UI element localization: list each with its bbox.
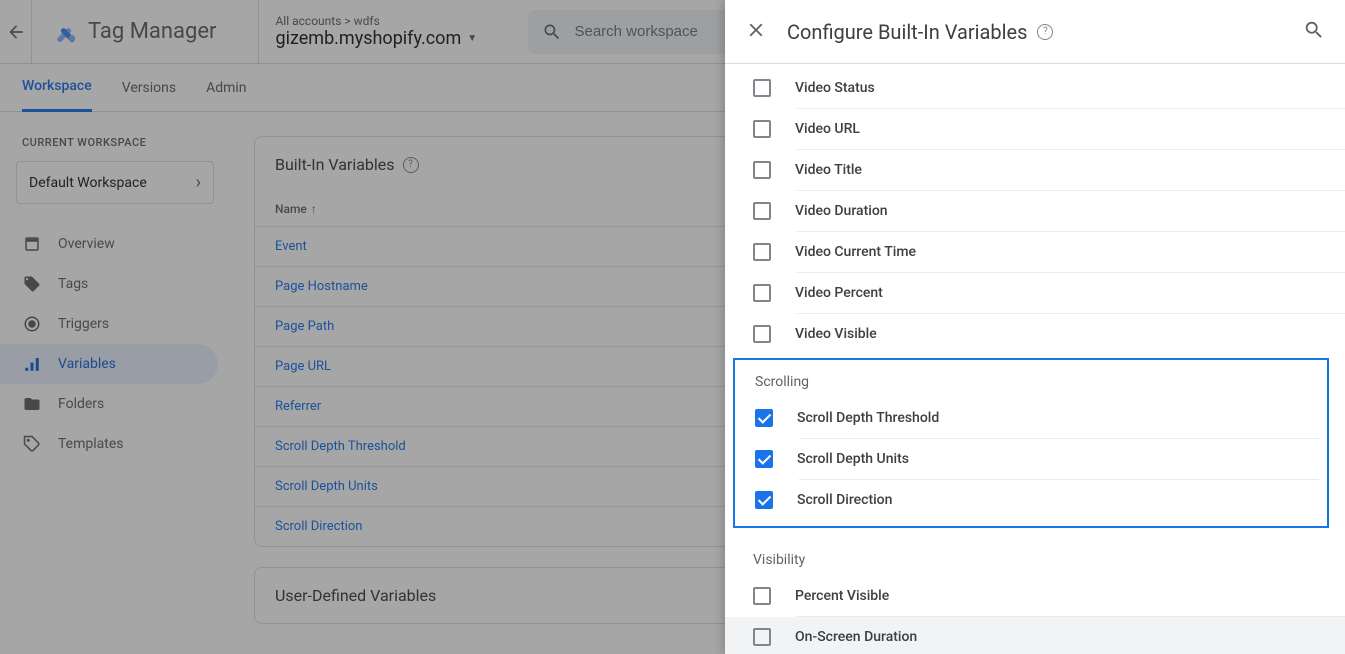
checkbox[interactable] <box>753 202 771 220</box>
checkbox[interactable] <box>755 491 773 509</box>
checkbox[interactable] <box>753 243 771 261</box>
configure-panel: Configure Built-In Variables ? Video Sta… <box>725 0 1345 654</box>
variable-label: On-Screen Duration <box>795 629 917 645</box>
checkbox[interactable] <box>753 587 771 605</box>
variable-checkbox-row[interactable]: Video Title <box>725 150 1345 190</box>
variable-label: Video Percent <box>795 285 883 301</box>
close-icon <box>745 19 767 41</box>
variable-label: Video URL <box>795 121 860 137</box>
variable-label: Video Duration <box>795 203 888 219</box>
panel-search-button[interactable] <box>1303 19 1325 45</box>
variable-checkbox-row[interactable]: Scroll Direction <box>735 480 1327 520</box>
scrolling-highlight: Scrolling Scroll Depth Threshold Scroll D… <box>733 358 1329 528</box>
variable-label: Video Status <box>795 80 875 96</box>
visibility-section-title: Visibility <box>725 532 1345 576</box>
scrolling-section-title: Scrolling <box>735 360 1327 398</box>
search-icon <box>1303 19 1325 41</box>
panel-title: Configure Built-In Variables <box>787 20 1027 44</box>
variable-label: Video Visible <box>795 326 877 342</box>
variable-checkbox-row[interactable]: Video Current Time <box>725 232 1345 272</box>
variable-checkbox-row[interactable]: Scroll Depth Threshold <box>735 398 1327 438</box>
close-button[interactable] <box>745 19 767 45</box>
variable-label: Scroll Direction <box>797 492 892 508</box>
checkbox[interactable] <box>753 628 771 646</box>
variable-label: Scroll Depth Threshold <box>797 410 939 426</box>
variable-label: Video Title <box>795 162 862 178</box>
checkbox[interactable] <box>753 325 771 343</box>
variable-checkbox-row[interactable]: Video Visible <box>725 314 1345 354</box>
variable-checkbox-row[interactable]: Video Percent <box>725 273 1345 313</box>
checkbox[interactable] <box>753 161 771 179</box>
checkbox[interactable] <box>755 450 773 468</box>
panel-help-icon[interactable]: ? <box>1037 24 1053 40</box>
checkbox[interactable] <box>753 79 771 97</box>
checkbox[interactable] <box>753 120 771 138</box>
checkbox[interactable] <box>753 284 771 302</box>
variable-checkbox-row[interactable]: Scroll Depth Units <box>735 439 1327 479</box>
variable-label: Scroll Depth Units <box>797 451 909 467</box>
variable-label: Video Current Time <box>795 244 916 260</box>
variable-checkbox-row[interactable]: Video URL <box>725 109 1345 149</box>
checkbox[interactable] <box>755 409 773 427</box>
variable-label: Percent Visible <box>795 588 889 604</box>
variable-checkbox-row[interactable]: Percent Visible <box>725 576 1345 616</box>
variable-checkbox-row[interactable]: On-Screen Duration <box>725 617 1345 654</box>
variable-checkbox-row[interactable]: Video Duration <box>725 191 1345 231</box>
variable-checkbox-row[interactable]: Video Status <box>725 68 1345 108</box>
